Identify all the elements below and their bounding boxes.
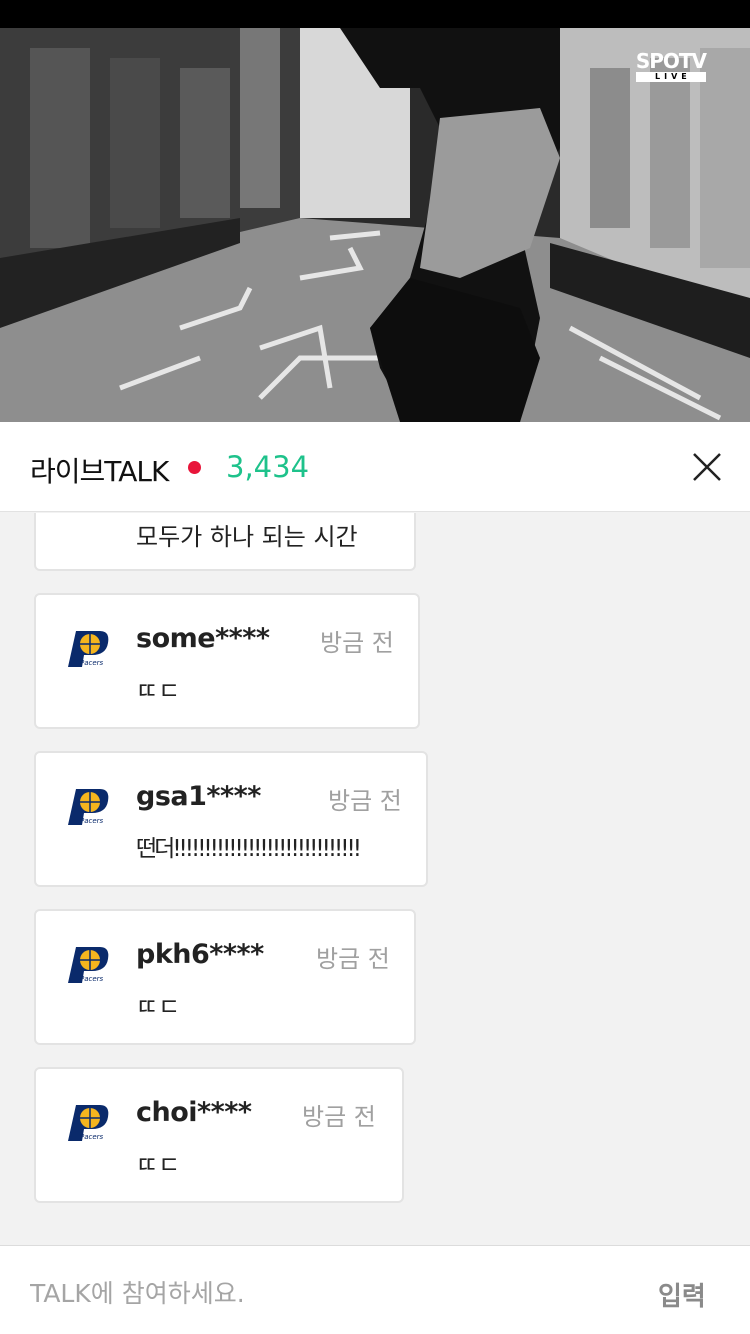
svg-text:Pacers: Pacers bbox=[80, 1133, 104, 1141]
chat-message: 모두가 하나 되는 시간 bbox=[34, 513, 416, 571]
viewer-count: 3,434 bbox=[226, 450, 310, 484]
username: choi**** bbox=[136, 1097, 252, 1128]
submit-button[interactable]: 입력 bbox=[658, 1276, 706, 1313]
chat-message: Pacers choi**** 방금 전 ㄸㄷ bbox=[34, 1067, 404, 1203]
chat-message: Pacers some**** 방금 전 ㄸㄷ bbox=[34, 593, 420, 729]
timestamp: 방금 전 bbox=[328, 787, 402, 815]
message-text: ㄸㄷ bbox=[136, 1151, 181, 1179]
chat-input[interactable] bbox=[30, 1276, 590, 1310]
video-frame bbox=[0, 28, 750, 422]
page-title: 라이브TALK bbox=[30, 455, 169, 488]
chat-message: Pacers gsa1**** 방금 전 떤더!!!!!!!!!!!!!!!!!… bbox=[34, 751, 428, 887]
svg-text:Pacers: Pacers bbox=[80, 817, 104, 825]
video-player[interactable]: SPOTV LIVE bbox=[0, 28, 750, 422]
pacers-logo-icon: Pacers bbox=[68, 789, 109, 825]
close-icon bbox=[693, 453, 721, 481]
pacers-logo-icon: Pacers bbox=[68, 947, 109, 983]
username: pkh6**** bbox=[136, 939, 264, 970]
timestamp: 방금 전 bbox=[316, 945, 390, 973]
chat-message: Pacers pkh6**** 방금 전 ㄸㄷ bbox=[34, 909, 416, 1045]
status-bar bbox=[0, 0, 750, 28]
chat-header: 라이브TALK 3,434 bbox=[0, 422, 750, 512]
message-text: 떤더!!!!!!!!!!!!!!!!!!!!!!!!!!!!!! bbox=[136, 836, 362, 862]
live-indicator-dot bbox=[188, 461, 201, 474]
svg-text:Pacers: Pacers bbox=[80, 975, 104, 983]
pacers-logo-icon: Pacers bbox=[68, 631, 109, 667]
chat-input-bar: 입력 bbox=[0, 1245, 750, 1334]
message-text: ㄸㄷ bbox=[136, 677, 181, 705]
message-text: 모두가 하나 되는 시간 bbox=[136, 523, 358, 551]
svg-text:Pacers: Pacers bbox=[80, 659, 104, 667]
chat-list[interactable]: 모두가 하나 되는 시간 Pacers some**** 방금 전 ㄸㄷ Pac… bbox=[0, 513, 750, 1245]
broadcaster-logo: SPOTV LIVE bbox=[635, 49, 707, 82]
timestamp: 방금 전 bbox=[302, 1103, 376, 1131]
username: gsa1**** bbox=[136, 781, 261, 812]
pacers-logo-icon: Pacers bbox=[68, 1105, 109, 1141]
timestamp: 방금 전 bbox=[320, 629, 394, 657]
message-text: ㄸㄷ bbox=[136, 993, 181, 1021]
close-button[interactable] bbox=[690, 450, 724, 488]
username: some**** bbox=[136, 623, 270, 654]
